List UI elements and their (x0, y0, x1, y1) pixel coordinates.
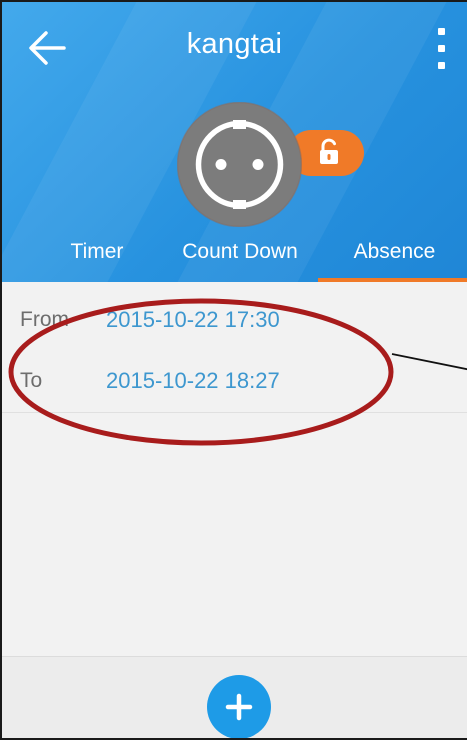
add-button[interactable] (207, 675, 271, 738)
power-socket-icon (176, 101, 303, 228)
to-label: To (20, 369, 43, 392)
app-header: kangtai Timer Count Down Absence (2, 2, 467, 282)
tab-label: Absence (353, 240, 436, 263)
absence-content: From 2015-10-22 17:30 To 2015-10-22 18:2… (2, 282, 467, 656)
device-socket[interactable] (176, 101, 303, 228)
overflow-menu-icon (438, 62, 445, 69)
overflow-menu-icon (438, 45, 445, 52)
from-datetime[interactable]: 2015-10-22 17:30 (106, 307, 280, 333)
from-label: From (20, 308, 69, 331)
to-datetime[interactable]: 2015-10-22 18:27 (106, 368, 280, 394)
overflow-menu-button[interactable] (423, 22, 459, 74)
unlocked-padlock-icon (320, 138, 338, 164)
app-screen: kangtai Timer Count Down Absence From 20… (0, 0, 467, 740)
tab-count-down[interactable]: Count Down (165, 234, 315, 282)
tab-label: Count Down (182, 240, 298, 263)
plus-icon (225, 693, 253, 721)
bottom-bar (2, 656, 467, 738)
tab-timer[interactable]: Timer (37, 234, 157, 282)
tab-absence[interactable]: Absence (318, 234, 467, 282)
tab-label: Timer (70, 240, 124, 263)
tab-bar: Timer Count Down Absence (2, 234, 467, 282)
overflow-menu-icon (438, 28, 445, 35)
page-title: kangtai (186, 28, 283, 60)
absence-entry[interactable]: From 2015-10-22 17:30 To 2015-10-22 18:2… (2, 282, 467, 413)
